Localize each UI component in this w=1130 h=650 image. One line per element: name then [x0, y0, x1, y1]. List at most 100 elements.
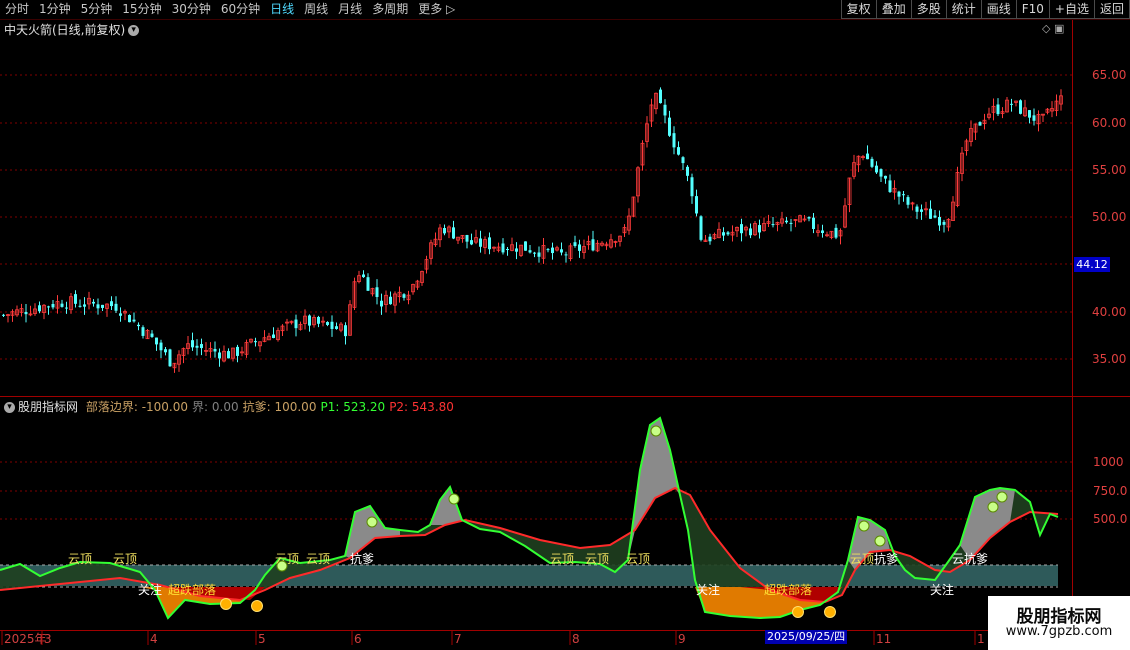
candle-body — [47, 306, 50, 308]
date-label: 3 — [44, 632, 52, 646]
candle-body — [978, 122, 982, 126]
candle-body — [834, 227, 838, 238]
indicator-marker: 关注 — [696, 582, 720, 597]
candle-body — [326, 322, 329, 325]
candle-body — [938, 217, 941, 226]
apple-icon — [448, 493, 460, 505]
candle-body — [159, 342, 163, 351]
indicator-axis-label: 1000 — [1093, 455, 1124, 469]
indicator-field-1: 界: 0.00 — [192, 400, 239, 414]
apple-icon — [987, 501, 999, 513]
candle-body — [402, 294, 406, 298]
candle-body — [164, 349, 167, 353]
indicator-dropdown-icon[interactable]: ▾ — [4, 402, 15, 413]
indicator-field-0: 部落边界: -100.00 — [85, 400, 189, 414]
gold-coin-icon — [824, 606, 836, 618]
current-price-badge: 44.12 — [1074, 257, 1110, 272]
candle-body — [150, 333, 154, 337]
candle-body — [488, 237, 491, 250]
candle-body — [78, 305, 82, 307]
price-axis-label: 50.00 — [1092, 210, 1126, 224]
candle-body — [996, 104, 1000, 115]
candle-body — [1010, 103, 1013, 105]
candle-body — [699, 216, 703, 240]
diamond-icon[interactable]: ◇ — [1042, 22, 1050, 35]
candle-body — [1028, 110, 1031, 118]
candle-body — [380, 300, 383, 307]
watermark-url: www.7gpzb.com — [1005, 624, 1113, 639]
indicator-field-2: 抗爹: 100.00 — [242, 400, 317, 414]
date-label: 8 — [572, 632, 580, 646]
price-axis-label: 40.00 — [1092, 305, 1126, 319]
candle-body — [573, 242, 577, 246]
date-label: 9 — [678, 632, 686, 646]
cursor-date: 2025/09/25/四 — [765, 630, 848, 644]
indicator-axis-label: 500.0 — [1093, 512, 1127, 526]
candle-body — [668, 117, 671, 136]
candle-body — [335, 326, 338, 329]
candle-body — [2, 314, 5, 316]
indicator-marker: 抗爹 — [350, 551, 374, 566]
candle-body — [1019, 100, 1022, 114]
candle-body — [38, 305, 41, 312]
candle-body — [92, 301, 95, 304]
indicator-name: 股朋指标网 — [18, 400, 79, 414]
candle-body — [1032, 115, 1036, 121]
candle-body — [218, 352, 221, 359]
candle-body — [591, 239, 595, 251]
apple-icon — [650, 425, 662, 437]
candle-body — [308, 315, 311, 326]
candle-body — [330, 321, 334, 329]
candle-body — [740, 224, 743, 234]
date-label: 7 — [454, 632, 462, 646]
candle-body — [672, 133, 676, 148]
peak-area — [345, 506, 400, 558]
candle-body — [141, 327, 145, 336]
candle-body — [879, 169, 883, 177]
date-label: 6 — [354, 632, 362, 646]
candle-body — [524, 241, 527, 251]
stock-title: 中天火箭(日线,前复权) ▾ — [4, 21, 140, 38]
candle-body — [501, 243, 505, 253]
candle-body — [537, 252, 541, 257]
indicator-marker: 云顶 — [550, 552, 574, 566]
candle-body — [465, 235, 469, 242]
candle-body — [866, 153, 869, 160]
candle-body — [528, 250, 532, 253]
title-dropdown-icon[interactable]: ▾ — [128, 25, 140, 36]
chart-canvas[interactable]: 65.00 60.00 55.00 50.00 40.00 35.00 1000 750.0 5… — [0, 0, 1130, 650]
candle-body — [83, 304, 86, 307]
candle-body — [920, 209, 923, 212]
candle-body — [546, 249, 550, 251]
candle-body — [213, 348, 217, 352]
date-label: 5 — [258, 632, 266, 646]
apple-icon — [366, 516, 378, 528]
apple-icon — [874, 535, 886, 547]
indicator-marker: 云顶 — [626, 552, 650, 566]
corner-controls[interactable]: ◇ ▣ — [1042, 22, 1064, 35]
candle-body — [915, 206, 919, 212]
indicator-marker: 云抗爹 — [952, 551, 988, 566]
candle-body — [870, 158, 874, 167]
date-label: 1 — [977, 632, 985, 646]
candle-body — [344, 325, 347, 337]
price-axis-label: 65.00 — [1092, 68, 1126, 82]
candle-body — [114, 303, 118, 311]
apple-icon — [276, 560, 288, 572]
date-label: 11 — [876, 632, 891, 646]
candle-body — [722, 232, 725, 236]
candle-body — [366, 277, 370, 291]
date-label: 4 — [150, 632, 158, 646]
candle-body — [771, 224, 775, 226]
candle-body — [128, 315, 131, 323]
indicator-marker: 超跌部落 — [764, 582, 812, 597]
candle-body — [317, 316, 320, 324]
window-toggle-icon[interactable]: ▣ — [1054, 22, 1064, 35]
candle-body — [110, 301, 113, 307]
candle-body — [375, 287, 379, 297]
price-axis-label: 35.00 — [1092, 352, 1126, 366]
candle-body — [227, 351, 230, 359]
candle-body — [443, 228, 446, 234]
indicator-marker: 云顶 — [113, 552, 137, 566]
candle-body — [195, 345, 199, 348]
